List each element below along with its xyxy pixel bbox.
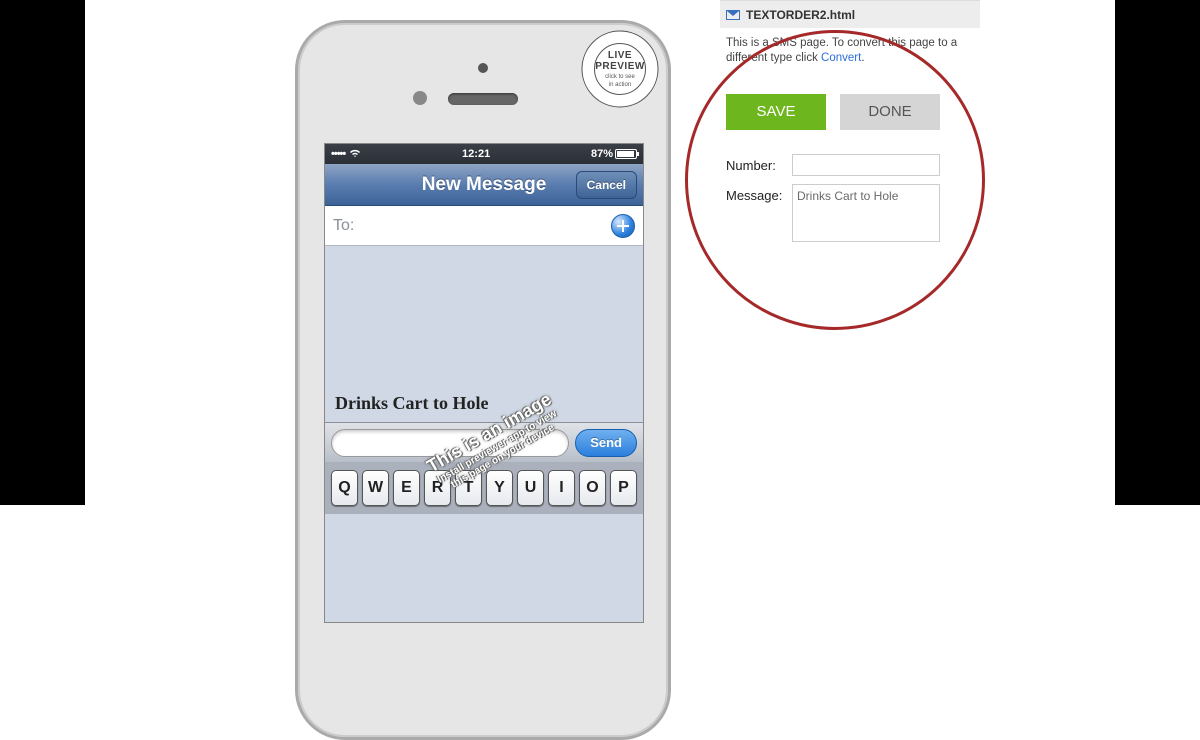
content-area: ••••• 12:21 87% New Message Cancel To: [85,0,1115,505]
wifi-icon [349,148,361,161]
key-o[interactable]: O [579,470,606,506]
phone-screen: ••••• 12:21 87% New Message Cancel To: [324,143,644,623]
right-border [1115,0,1200,505]
message-label: Message: [726,184,792,203]
convert-link[interactable]: Convert [821,52,861,64]
live-preview-badge[interactable]: // draw scallop ring once DOM ready belo… [580,29,660,109]
compose-row: Send [325,422,643,462]
send-button[interactable]: Send [575,429,637,457]
save-button[interactable]: SAVE [726,94,826,130]
compose-input[interactable] [331,429,569,457]
signal-icon: ••••• [331,148,345,160]
key-y[interactable]: Y [486,470,513,506]
status-time: 12:21 [462,148,490,160]
message-input[interactable]: Drinks Cart to Hole [792,184,940,242]
left-border [0,0,85,505]
phone-camera [478,63,488,73]
info-text: This is a SMS page. To convert this page… [720,28,980,76]
battery-icon [615,149,637,159]
number-row: Number: [720,150,980,180]
badge-line2: PREVIEW [595,61,645,72]
key-u[interactable]: U [517,470,544,506]
message-preview-text: Drinks Cart to Hole [335,393,488,414]
sms-icon [726,10,740,20]
to-label: To: [333,217,354,235]
badge-sub1: click to see [605,74,635,80]
done-button[interactable]: DONE [840,94,940,130]
phone-speaker [448,93,518,105]
status-bar: ••••• 12:21 87% [325,144,643,164]
badge-sub2: in action [609,82,631,88]
nav-bar: New Message Cancel [325,164,643,206]
editor-panel: TEXTORDER2.html This is a SMS page. To c… [720,0,980,246]
number-input[interactable] [792,154,940,176]
add-contact-button[interactable] [611,214,635,238]
to-row: To: [325,206,643,246]
nav-title: New Message [422,174,547,196]
cancel-button[interactable]: Cancel [576,171,637,199]
key-q[interactable]: Q [331,470,358,506]
phone-sensor [413,91,427,105]
battery-percent: 87% [591,148,613,160]
key-r[interactable]: R [424,470,451,506]
keyboard: QWERTYUIOP [325,462,643,514]
key-i[interactable]: I [548,470,575,506]
file-header: TEXTORDER2.html [720,0,980,28]
message-area: Drinks Cart to Hole [325,246,643,422]
badge-line1: LIVE [608,50,632,61]
key-t[interactable]: T [455,470,482,506]
button-row: SAVE DONE [720,76,980,150]
key-w[interactable]: W [362,470,389,506]
keyboard-row: QWERTYUIOP [329,470,639,506]
phone-mockup: ••••• 12:21 87% New Message Cancel To: [295,20,671,740]
key-p[interactable]: P [610,470,637,506]
number-label: Number: [726,154,792,173]
key-e[interactable]: E [393,470,420,506]
message-row: Message: Drinks Cart to Hole [720,180,980,246]
file-name: TEXTORDER2.html [746,8,855,22]
